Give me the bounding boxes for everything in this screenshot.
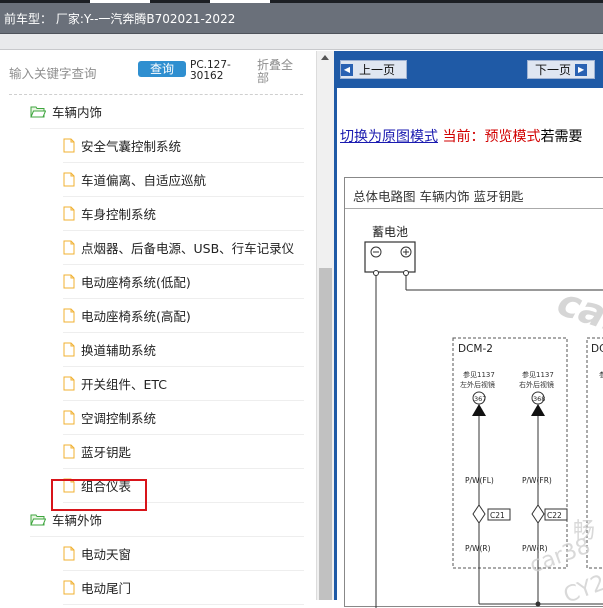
terminal-node xyxy=(403,270,409,276)
prev-page-button[interactable]: ◀ 上一页 xyxy=(340,60,407,79)
connector-a-icon xyxy=(472,504,486,524)
tree-item-label: 点烟器、后备电源、USB、行车记录仪 xyxy=(81,241,295,256)
file-icon xyxy=(63,580,75,595)
scrollbar-thumb[interactable] xyxy=(319,268,332,600)
tree-item[interactable]: 安全气囊控制系统 xyxy=(63,129,304,163)
ref-b-line1: 参见1137 xyxy=(522,370,554,379)
tree-item[interactable]: 空调控制系统 xyxy=(63,401,304,435)
tree-item-label: 开关组件、ETC xyxy=(81,377,168,392)
arrow-b-icon xyxy=(531,404,545,416)
tree-item-label: 电动天窗 xyxy=(81,547,132,562)
tree-item-label: 电动座椅系统(低配) xyxy=(81,275,191,290)
search-input[interactable]: 输入关键字查询 xyxy=(9,63,97,82)
current-mode-label: 当前：预览模式 xyxy=(438,129,541,145)
window-titlebar: 前车型： 厂家:Y--一汽奔腾B702021-2022 xyxy=(0,0,603,34)
junction-dot xyxy=(535,601,541,607)
watermark-car: car xyxy=(552,280,603,343)
tree-item[interactable]: 车道偏离、自适应巡航 xyxy=(63,163,304,197)
folder-open-icon xyxy=(30,105,46,118)
scroll-up-arrow-icon[interactable] xyxy=(321,55,329,60)
ref-c-line1: 参 xyxy=(599,370,603,379)
tree-item-label: 车道偏离、自适应巡航 xyxy=(81,173,207,188)
tree-item[interactable]: 换道辅助系统 xyxy=(63,333,304,367)
tree-folder-interior[interactable]: 车辆内饰 xyxy=(30,95,304,129)
file-icon xyxy=(63,546,75,561)
pin-b-label: 368 xyxy=(533,395,545,403)
left-scrollbar[interactable] xyxy=(316,51,334,600)
file-icon xyxy=(63,240,75,255)
tree-item-label: 蓝牙钥匙 xyxy=(81,445,132,460)
battery-label: 蓄电池 xyxy=(372,225,408,239)
tree-item[interactable]: 车身控制系统 xyxy=(63,197,304,231)
ref-a-line1: 参见1137 xyxy=(463,370,495,379)
wire-a2-label: P/W(R) xyxy=(465,544,491,553)
terminal-node xyxy=(373,270,379,276)
wiring-diagram: 总体电路图 车辆内饰 蓝牙钥匙 蓄电池 DCM-2 DC 参见1137 左外后视… xyxy=(344,177,603,608)
next-page-button[interactable]: 下一页 ▶ xyxy=(527,60,595,79)
tree-item-label: 换道辅助系统 xyxy=(81,343,157,358)
tree-item-label: 空调控制系统 xyxy=(81,411,157,426)
tree-item[interactable]: 电动座椅系统(低配) xyxy=(63,265,304,299)
file-icon xyxy=(63,376,75,391)
fold-all-button[interactable]: 折叠全部 xyxy=(257,59,301,85)
folder-open-icon xyxy=(30,513,46,526)
prev-page-label: 上一页 xyxy=(359,63,396,77)
ref-b-line2: 右外后视镜 xyxy=(519,380,554,389)
file-icon xyxy=(63,444,75,459)
next-page-label: 下一页 xyxy=(535,63,572,77)
file-icon xyxy=(63,308,75,323)
file-icon xyxy=(63,342,75,357)
tab-strip-segment xyxy=(90,0,150,3)
file-icon xyxy=(63,206,75,221)
connector-b-icon xyxy=(531,504,545,524)
selection-highlight-box xyxy=(51,479,147,511)
left-panel: 输入关键字查询 查询 PC.127-30162 折叠全部 车辆内饰 安全气囊控制… xyxy=(0,51,316,605)
toolbar-belt xyxy=(0,34,603,50)
query-button[interactable]: 查询 xyxy=(138,61,186,77)
wire-a1-label: P/W(FL) xyxy=(465,476,494,485)
tree-item-label: 安全气囊控制系统 xyxy=(81,139,182,154)
vehicle-title: 前车型： 厂家:Y--一汽奔腾B702021-2022 xyxy=(4,12,236,26)
tree-folder-label: 车辆外饰 xyxy=(52,513,103,528)
pin-a-label: 367 xyxy=(474,395,486,403)
tree-item[interactable]: 开关组件、ETC xyxy=(63,367,304,401)
conn-a-label: C21 xyxy=(490,511,505,520)
tree-item-label: 电动座椅系统(高配) xyxy=(81,309,191,324)
tree-item-label: 电动尾门 xyxy=(81,581,132,596)
switch-original-link[interactable]: 切换为原图模式 xyxy=(340,129,438,145)
tree-item[interactable]: 电动天窗 xyxy=(63,537,304,571)
watermark-car38: car38 xyxy=(527,534,594,579)
file-icon xyxy=(63,274,75,289)
wire-b1-label: P/W(FR) xyxy=(522,476,552,485)
page-nav-bar: ◀ 上一页 下一页 ▶ xyxy=(337,51,603,88)
tree-folder-label: 车辆内饰 xyxy=(52,105,103,120)
file-icon xyxy=(63,410,75,425)
viewer-panel: ◀ 上一页 下一页 ▶ 切换为原图模式 当前：预览模式若需要 总体电路图 车辆内… xyxy=(334,51,603,608)
file-icon xyxy=(63,172,75,187)
tab-strip-segment xyxy=(210,0,270,3)
mode-tail-text: 若需要 xyxy=(540,129,583,145)
conn-b-label: C22 xyxy=(547,511,562,520)
tree-item-label: 车身控制系统 xyxy=(81,207,157,222)
arrow-a-icon xyxy=(472,404,486,416)
arrow-left-icon: ◀ xyxy=(341,63,353,76)
code-text: PC.127-30162 xyxy=(190,59,231,82)
tree-item-selected[interactable]: 蓝牙钥匙 xyxy=(63,435,304,469)
module-b-label: DC xyxy=(591,343,603,355)
tree-item[interactable]: 电动座椅系统(高配) xyxy=(63,299,304,333)
ref-a-line2: 左外后视镜 xyxy=(460,380,495,389)
watermark-cy2: CY2 xyxy=(561,571,603,608)
mode-switch-line: 切换为原图模式 当前：预览模式若需要 xyxy=(340,126,582,146)
search-bar: 输入关键字查询 查询 PC.127-30162 折叠全部 xyxy=(0,51,316,95)
arrow-right-icon: ▶ xyxy=(575,63,588,76)
circuit-drawing: 蓄电池 DCM-2 DC 参见1137 左外后视镜 参见1137 右外后视镜 参… xyxy=(364,225,603,608)
module-a-label: DCM-2 xyxy=(458,343,493,355)
tree-item[interactable]: 点烟器、后备电源、USB、行车记录仪 xyxy=(63,231,304,265)
file-icon xyxy=(63,138,75,153)
